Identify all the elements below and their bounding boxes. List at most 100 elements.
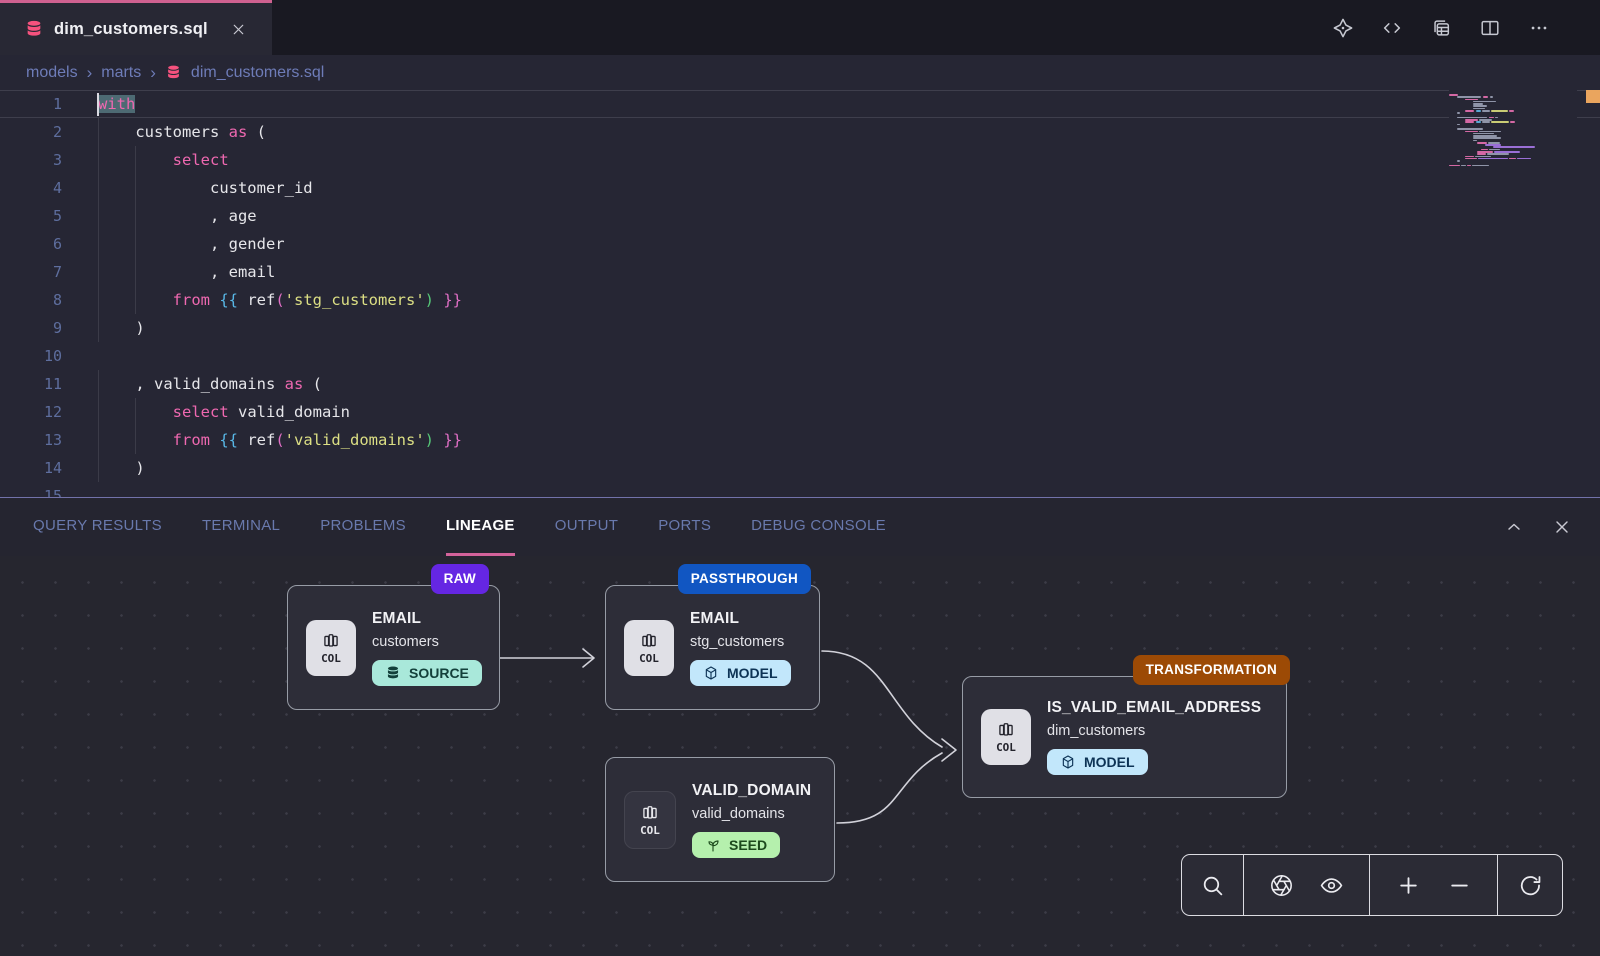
search-button[interactable]	[1199, 872, 1225, 898]
code-line[interactable]: 9 )	[0, 314, 1600, 342]
lineage-node-customers[interactable]: RAWCOLEMAILcustomersSOURCE	[287, 585, 500, 710]
code-line[interactable]: 11 , valid_domains as (	[0, 370, 1600, 398]
refresh-button[interactable]	[1517, 872, 1543, 898]
type-badge-label: MODEL	[1084, 754, 1135, 770]
line-number: 1	[0, 91, 92, 117]
line-number: 7	[0, 258, 92, 286]
code-line[interactable]: 14 )	[0, 454, 1600, 482]
copy-table-icon[interactable]	[1430, 17, 1452, 39]
minimap-segment	[1472, 165, 1489, 167]
code-line-text	[92, 482, 1600, 497]
code-editor[interactable]: 1 with 2 customers as (3 select4 customer_…	[0, 90, 1600, 497]
lineage-edge	[822, 651, 942, 747]
zoom-out-button[interactable]	[1446, 872, 1472, 898]
code-token: ref	[238, 291, 275, 309]
code-line[interactable]: 4 customer_id	[0, 174, 1600, 202]
lineage-node-stg_customers[interactable]: PASSTHROUGHCOLEMAILstg_customersMODEL	[605, 585, 820, 710]
type-badge-label: MODEL	[727, 665, 778, 681]
type-badge-model[interactable]: MODEL	[690, 660, 791, 686]
more-actions-icon[interactable]	[1528, 17, 1550, 39]
panel-tab-lineage[interactable]: LINEAGE	[446, 498, 515, 556]
panel-tab-debug-console[interactable]: DEBUG CONSOLE	[751, 498, 886, 556]
node-body: EMAILstg_customersMODEL	[690, 610, 791, 686]
indent-guide	[98, 146, 99, 174]
category-badge-transformation: TRANSFORMATION	[1133, 655, 1290, 685]
arrowhead-icon	[583, 649, 594, 667]
editor-tab-dim-customers[interactable]: dim_customers.sql	[0, 0, 272, 55]
line-number: 11	[0, 370, 92, 398]
indent-guide	[98, 202, 99, 230]
code-line[interactable]: 6 , gender	[0, 230, 1600, 258]
selected-text: with	[98, 95, 135, 113]
code-token: from	[173, 431, 210, 449]
line-number: 5	[0, 202, 92, 230]
code-token: , gender	[98, 235, 285, 253]
panel-tab-problems[interactable]: PROBLEMS	[320, 498, 406, 556]
code-token: (	[303, 375, 322, 393]
type-badge-label: SEED	[729, 837, 767, 853]
breadcrumb-separator: ›	[150, 63, 156, 83]
node-subtitle: dim_customers	[1047, 723, 1145, 739]
code-token: )	[425, 291, 434, 309]
code-token: customers	[98, 123, 229, 141]
code-line-text: , age	[92, 202, 1600, 230]
collapse-panel-icon[interactable]	[1504, 517, 1524, 537]
lineage-node-valid_domains[interactable]: COLVALID_DOMAINvalid_domainsSEED	[605, 757, 835, 882]
code-line[interactable]: 15	[0, 482, 1600, 497]
line-number: 8	[0, 286, 92, 314]
type-badge-source[interactable]: SOURCE	[372, 660, 482, 686]
node-title: EMAIL	[372, 610, 421, 628]
code-line[interactable]: 13 from {{ ref('valid_domains') }}	[0, 426, 1600, 454]
node-body: EMAILcustomersSOURCE	[372, 610, 482, 686]
code-token: )	[425, 431, 434, 449]
split-editor-icon[interactable]	[1479, 17, 1501, 39]
code-line[interactable]: 5 , age	[0, 202, 1600, 230]
code-line[interactable]: 3 select	[0, 146, 1600, 174]
lineage-node-dim_customers[interactable]: TRANSFORMATIONCOLIS_VALID_EMAIL_ADDRESSd…	[962, 676, 1287, 798]
database-icon	[165, 64, 182, 81]
breadcrumb-item-marts[interactable]: marts	[101, 64, 141, 82]
column-chip: COL	[981, 709, 1031, 765]
node-subtitle: stg_customers	[690, 634, 784, 650]
aperture-button[interactable]	[1268, 872, 1294, 898]
panel-tab-output[interactable]: OUTPUT	[555, 498, 618, 556]
code-line[interactable]: 10	[0, 342, 1600, 370]
overview-ruler-marker	[1586, 90, 1600, 103]
indent-guide	[135, 174, 136, 202]
indent-guide	[135, 426, 136, 454]
code-token: (	[275, 431, 284, 449]
code-line[interactable]: 2 customers as (	[0, 118, 1600, 146]
code-token: as	[285, 375, 304, 393]
code-line[interactable]: 7 , email	[0, 258, 1600, 286]
indent-guide	[98, 426, 99, 454]
code-line-text: from {{ ref('stg_customers') }}	[92, 286, 1600, 314]
node-body: VALID_DOMAINvalid_domainsSEED	[692, 782, 811, 858]
type-badge-seed[interactable]: SEED	[692, 832, 780, 858]
close-panel-icon[interactable]	[1552, 517, 1572, 537]
code-line-text: , email	[92, 258, 1600, 286]
breadcrumb-item-file[interactable]: dim_customers.sql	[191, 64, 324, 82]
lineage-canvas[interactable]: RAWCOLEMAILcustomersSOURCEPASSTHROUGHCOL…	[0, 556, 1600, 956]
code-line[interactable]: 8 from {{ ref('stg_customers') }}	[0, 286, 1600, 314]
code-token: 'valid_domains'	[285, 431, 425, 449]
zoom-in-button[interactable]	[1395, 872, 1421, 898]
code-line[interactable]: 1 with	[0, 90, 1600, 118]
tab-close-icon[interactable]	[230, 21, 247, 38]
indent-guide	[135, 398, 136, 426]
minimap[interactable]	[1449, 90, 1577, 497]
line-number: 3	[0, 146, 92, 174]
code-line[interactable]: 12 select valid_domain	[0, 398, 1600, 426]
code-token: , valid_domains	[98, 375, 285, 393]
indent-guide	[98, 286, 99, 314]
dbt-logo-icon[interactable]	[1332, 17, 1354, 39]
indent-guide	[98, 398, 99, 426]
type-badge-model[interactable]: MODEL	[1047, 749, 1148, 775]
code-line-text: )	[92, 314, 1600, 342]
breadcrumb-item-models[interactable]: models	[26, 64, 78, 82]
code-icon[interactable]	[1381, 17, 1403, 39]
eye-button[interactable]	[1319, 872, 1345, 898]
panel-tab-ports[interactable]: PORTS	[658, 498, 711, 556]
panel-tab-query-results[interactable]: QUERY RESULTS	[33, 498, 162, 556]
panel-tab-terminal[interactable]: TERMINAL	[202, 498, 280, 556]
code-line-text: with	[92, 91, 1600, 117]
